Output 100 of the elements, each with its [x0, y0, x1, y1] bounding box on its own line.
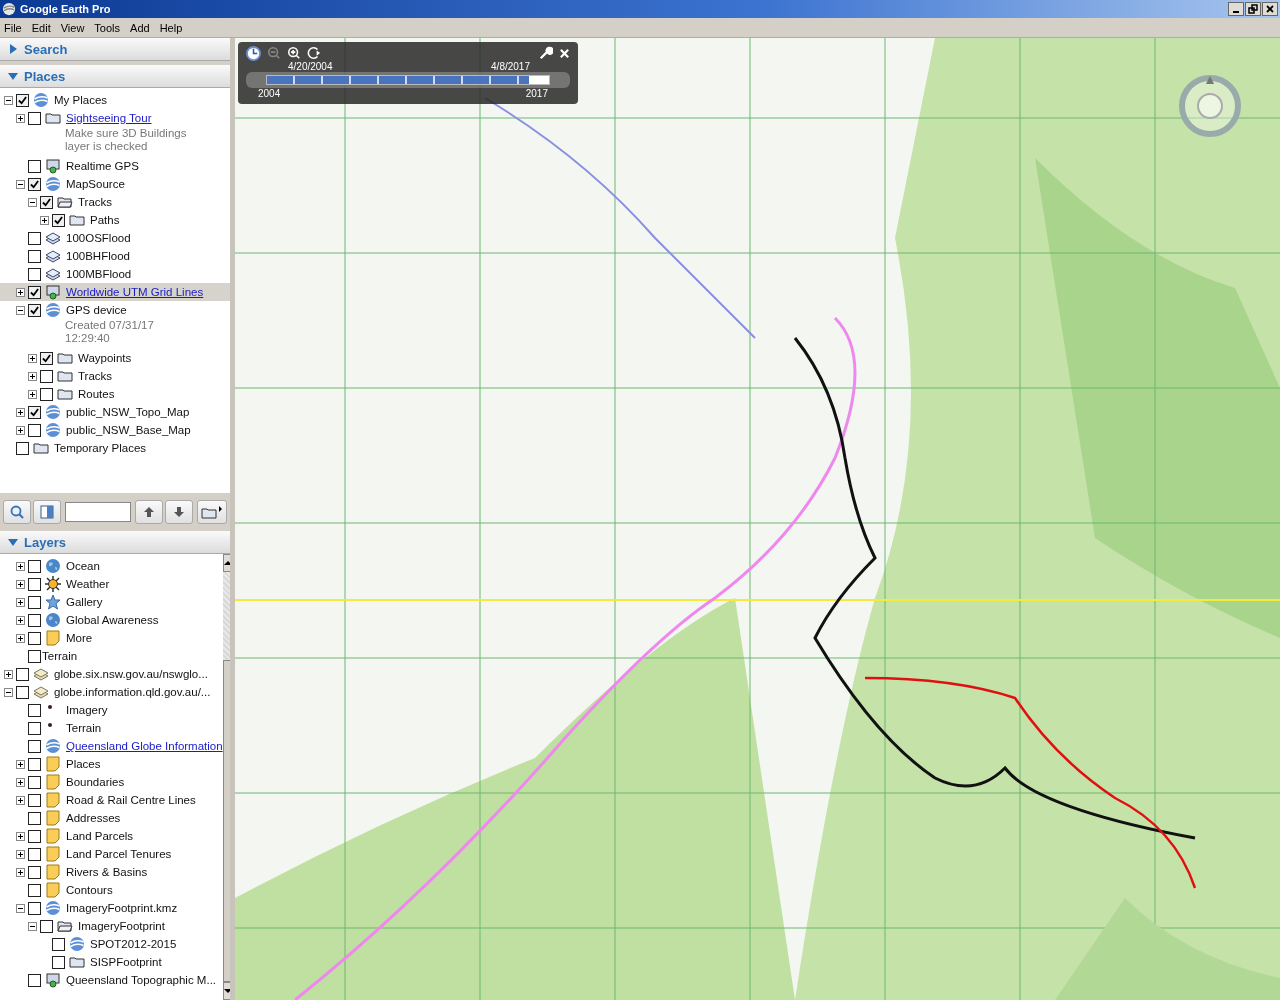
expander-icon[interactable]: [28, 921, 37, 931]
checkbox[interactable]: [28, 613, 41, 627]
checkbox[interactable]: [28, 249, 41, 263]
checkbox[interactable]: [40, 369, 53, 383]
checkbox[interactable]: [28, 267, 41, 281]
checkbox[interactable]: [16, 441, 29, 455]
checkbox[interactable]: [40, 195, 53, 209]
checkbox[interactable]: [28, 405, 41, 419]
move-up-button[interactable]: [135, 500, 163, 524]
expander-icon[interactable]: [40, 215, 49, 225]
checkbox[interactable]: [28, 177, 41, 191]
close-button[interactable]: [1262, 2, 1278, 16]
menu-item[interactable]: View: [60, 21, 85, 34]
checkbox[interactable]: [52, 213, 65, 227]
wrench-icon[interactable]: [539, 46, 553, 60]
checkbox[interactable]: [28, 757, 41, 771]
checkbox[interactable]: [28, 423, 41, 437]
search-button[interactable]: [3, 500, 31, 524]
scrollbar[interactable]: [222, 554, 230, 1000]
checkbox[interactable]: [28, 973, 41, 987]
checkbox[interactable]: [28, 739, 41, 753]
checkbox[interactable]: [28, 649, 41, 663]
expander-icon[interactable]: [16, 867, 25, 877]
checkbox[interactable]: [16, 685, 29, 699]
checkbox[interactable]: [52, 937, 65, 951]
minimize-button[interactable]: [1228, 2, 1244, 16]
globe-icon: [45, 302, 61, 318]
expander-icon[interactable]: [16, 615, 25, 625]
minimize-icon: [1233, 11, 1239, 13]
expander-icon[interactable]: [16, 425, 25, 435]
expander-icon[interactable]: [28, 389, 37, 399]
checkbox[interactable]: [28, 775, 41, 789]
expander-icon[interactable]: [28, 371, 37, 381]
checkbox[interactable]: [16, 93, 29, 107]
search-panel-header[interactable]: Search: [0, 38, 230, 61]
zoom-out-icon[interactable]: [267, 46, 281, 60]
checkbox[interactable]: [28, 829, 41, 843]
checkbox[interactable]: [28, 883, 41, 897]
checkbox[interactable]: [28, 847, 41, 861]
move-down-button[interactable]: [165, 500, 193, 524]
expander-icon[interactable]: [16, 113, 25, 123]
link[interactable]: Queensland Globe Information: [66, 740, 223, 752]
checkbox[interactable]: [28, 577, 41, 591]
time-track[interactable]: [266, 75, 550, 85]
input-field[interactable]: [65, 502, 131, 522]
checkbox[interactable]: [40, 351, 53, 365]
expander-icon[interactable]: [16, 407, 25, 417]
checkbox[interactable]: [28, 559, 41, 573]
checkbox[interactable]: [28, 595, 41, 609]
menu-item[interactable]: Help: [159, 21, 183, 34]
expander-icon[interactable]: [16, 903, 25, 913]
places-panel-header[interactable]: Places: [0, 65, 230, 88]
expander-icon[interactable]: [16, 561, 25, 571]
panel-toggle-button[interactable]: [33, 500, 61, 524]
expander-icon[interactable]: [16, 305, 25, 315]
checkbox[interactable]: [40, 387, 53, 401]
checkbox[interactable]: [28, 793, 41, 807]
tree-item-label: Paths: [90, 214, 120, 226]
expander-icon[interactable]: [16, 759, 25, 769]
expander-icon[interactable]: [4, 669, 13, 679]
checkbox[interactable]: [28, 901, 41, 915]
close-icon[interactable]: [559, 47, 570, 59]
layers-panel-header[interactable]: Layers: [0, 531, 230, 554]
expander-icon[interactable]: [16, 287, 25, 297]
play-clock-icon[interactable]: [307, 46, 321, 60]
checkbox[interactable]: [28, 285, 41, 299]
clock-icon[interactable]: [246, 45, 261, 61]
link[interactable]: Sightseeing Tour: [66, 112, 152, 124]
checkbox[interactable]: [28, 811, 41, 825]
menu-item[interactable]: Edit: [31, 21, 51, 34]
expander-icon[interactable]: [16, 777, 25, 787]
checkbox[interactable]: [28, 231, 41, 245]
checkbox[interactable]: [28, 631, 41, 645]
expander-icon[interactable]: [16, 579, 25, 589]
menu-item[interactable]: Add: [130, 21, 150, 34]
checkbox[interactable]: [28, 159, 41, 173]
zoom-in-icon[interactable]: [287, 46, 301, 60]
tree-item-label: Temporary Places: [54, 442, 147, 454]
menu-item[interactable]: Tools: [94, 21, 121, 34]
folder-menu-button[interactable]: [197, 500, 227, 524]
checkbox[interactable]: [16, 667, 29, 681]
menu-item[interactable]: File: [4, 21, 22, 34]
expander-icon[interactable]: [28, 197, 37, 207]
checkbox[interactable]: [28, 111, 41, 125]
expander-icon[interactable]: [16, 795, 25, 805]
expander-icon[interactable]: [16, 597, 25, 607]
restore-button[interactable]: [1245, 2, 1261, 16]
expander-icon[interactable]: [4, 95, 13, 105]
expander-icon[interactable]: [16, 849, 25, 859]
checkbox[interactable]: [28, 703, 41, 717]
expander-icon[interactable]: [28, 353, 37, 363]
expander-icon[interactable]: [16, 633, 25, 643]
expander-icon[interactable]: [4, 687, 13, 697]
checkbox[interactable]: [28, 865, 41, 879]
checkbox[interactable]: [28, 721, 41, 735]
checkbox[interactable]: [28, 303, 41, 317]
checkbox[interactable]: [40, 919, 53, 933]
expander-icon[interactable]: [16, 179, 25, 189]
expander-icon[interactable]: [16, 831, 25, 841]
checkbox[interactable]: [52, 955, 65, 969]
